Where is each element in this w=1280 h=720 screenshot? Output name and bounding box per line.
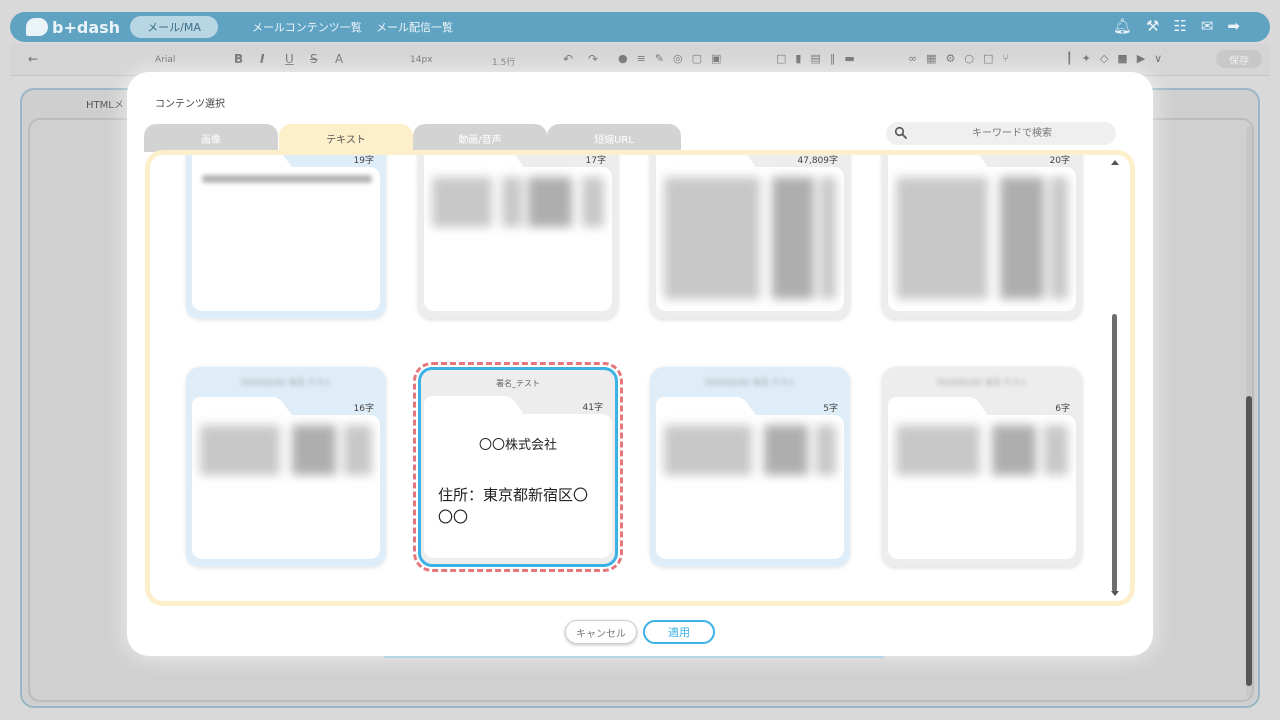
card-preview-blurred bbox=[664, 177, 836, 299]
card-preview-company: 〇〇株式会社 bbox=[478, 438, 557, 453]
card-char-count: 16字 bbox=[353, 404, 374, 414]
underline-icon[interactable]: U bbox=[285, 52, 294, 66]
content-card[interactable]: 2024/02/01 本文 テスト 16字 bbox=[186, 367, 386, 567]
italic-icon[interactable]: I bbox=[260, 52, 264, 66]
insert-icons[interactable]: ∞▦⚙○□⑂ bbox=[908, 52, 1018, 65]
font-family-select[interactable]: Arial bbox=[155, 55, 175, 65]
content-card[interactable]: 2024/02/01 本文 テスト 47,809字 bbox=[650, 155, 850, 319]
card-char-count: 20字 bbox=[1049, 156, 1070, 166]
content-card-selected[interactable]: 署名_テスト 41字 〇〇株式会社 住所：東京都新宿区〇〇〇 bbox=[413, 362, 623, 572]
undo-icon[interactable]: ↶ bbox=[563, 52, 573, 66]
line-height-select[interactable]: 1.5行 bbox=[492, 55, 515, 68]
app-logo-text: b+dash bbox=[52, 17, 121, 37]
card-preview-address: 住所：東京都新宿区〇〇〇 bbox=[438, 486, 589, 526]
card-folder-tab bbox=[424, 396, 508, 416]
modal-title: コンテンツ選択 bbox=[155, 99, 225, 110]
card-char-count: 17字 bbox=[585, 156, 606, 166]
nav-link-mail-contents[interactable]: メールコンテンツ一覧 bbox=[252, 19, 362, 35]
tab-short-url[interactable]: 短縮URL bbox=[547, 124, 681, 152]
content-scrollbar[interactable] bbox=[1109, 156, 1119, 600]
bell-icon[interactable]: 🔔︎ bbox=[1113, 17, 1132, 35]
save-button[interactable]: 保存 bbox=[1216, 50, 1262, 68]
card-preview-blurred bbox=[896, 177, 1068, 299]
card-preview bbox=[888, 415, 1076, 559]
html-mail-label: HTMLメ bbox=[86, 100, 124, 111]
card-char-count: 41字 bbox=[582, 403, 603, 413]
app-logo[interactable]: b+dash bbox=[26, 16, 120, 38]
content-card[interactable]: 2024/02/01 本文 テスト 5字 bbox=[650, 367, 850, 567]
logout-icon[interactable]: ➡ bbox=[1227, 17, 1240, 35]
card-char-count: 19字 bbox=[353, 156, 374, 166]
card-preview bbox=[192, 415, 380, 559]
card-title: 2024/02/01 本文 テスト bbox=[936, 378, 1028, 387]
tab-image[interactable]: 画像 bbox=[144, 124, 278, 152]
top-icons: 🔔︎ ⚒ ☷ ✉ ➡ bbox=[1113, 17, 1240, 35]
card-char-count: 47,809字 bbox=[797, 156, 839, 166]
card-title: 2024/02/01 本文 テスト bbox=[704, 378, 796, 387]
scroll-down-arrow-icon[interactable] bbox=[1111, 591, 1119, 596]
logo-bubble-icon bbox=[26, 18, 48, 36]
card-folder-tab bbox=[656, 397, 740, 417]
back-arrow-icon[interactable]: ← bbox=[28, 52, 38, 66]
content-card[interactable]: 2024/02/01 Info テスト 19字 bbox=[186, 155, 386, 319]
card-char-count: 6字 bbox=[1055, 404, 1070, 414]
tab-video-audio[interactable]: 動画/音声 bbox=[413, 124, 547, 152]
editor-scrollbar-thumb[interactable] bbox=[1246, 396, 1252, 686]
nav-tab-mail-ma[interactable]: メール/MA bbox=[130, 16, 218, 38]
card-folder-tab bbox=[888, 397, 972, 417]
card-char-count: 5字 bbox=[823, 404, 838, 414]
tab-text[interactable]: テキスト bbox=[279, 124, 413, 152]
card-preview bbox=[888, 167, 1076, 311]
chat-icon[interactable]: ✉ bbox=[1201, 17, 1214, 35]
card-preview-blurred bbox=[202, 175, 372, 183]
wrench-icon[interactable]: ⚒ bbox=[1146, 17, 1159, 35]
card-preview bbox=[192, 167, 380, 311]
bold-icon[interactable]: B bbox=[234, 52, 243, 66]
content-card[interactable]: 2024/02/01 本文 テスト 6字 bbox=[882, 367, 1082, 567]
format-icons[interactable]: ●≡✎◎▢▣ bbox=[618, 52, 730, 65]
block-icons[interactable]: □▮▤‖▬ bbox=[776, 52, 864, 65]
card-preview-blurred bbox=[664, 425, 836, 475]
misc-icons[interactable]: ┃✦◇■▶∨ bbox=[1066, 52, 1171, 65]
card-preview-blurred bbox=[432, 177, 604, 227]
card-preview bbox=[656, 415, 844, 559]
content-grid: 2024/02/01 Info テスト 19字 2024/02/01 本文 テス… bbox=[145, 150, 1135, 606]
content-scrollbar-thumb[interactable] bbox=[1112, 314, 1117, 592]
card-preview bbox=[424, 167, 612, 311]
search-icon bbox=[894, 126, 907, 139]
cancel-button[interactable]: キャンセル bbox=[565, 620, 637, 644]
nav-link-mail-delivery[interactable]: メール配信一覧 bbox=[376, 19, 453, 35]
card-preview-blurred bbox=[896, 425, 1068, 475]
card-title: 2024/02/01 本文 テスト bbox=[240, 378, 332, 387]
redo-icon[interactable]: ↷ bbox=[588, 52, 598, 66]
card-preview bbox=[656, 167, 844, 311]
strikethrough-icon[interactable]: S bbox=[310, 52, 318, 66]
apply-button[interactable]: 適用 bbox=[643, 620, 715, 644]
text-color-icon[interactable]: A bbox=[335, 52, 343, 66]
search-input[interactable] bbox=[914, 124, 1110, 143]
search-box bbox=[886, 122, 1116, 145]
card-folder-tab bbox=[192, 397, 276, 417]
card-preview: 〇〇株式会社 住所：東京都新宿区〇〇〇 bbox=[424, 414, 612, 558]
grid-icon[interactable]: ☷ bbox=[1173, 17, 1186, 35]
content-card[interactable]: 2024/02/01 本文 テスト 17字 bbox=[418, 155, 618, 319]
card-title: 署名_テスト bbox=[496, 379, 540, 388]
scroll-up-arrow-icon[interactable] bbox=[1111, 160, 1119, 165]
font-size-select[interactable]: 14px bbox=[410, 55, 433, 65]
content-select-modal: コンテンツ選択 画像 テキスト 動画/音声 短縮URL 2024/02/01 I… bbox=[127, 72, 1153, 656]
content-card[interactable]: 2024/02/01 本文 テスト 20字 bbox=[882, 155, 1082, 319]
card-preview-blurred bbox=[200, 425, 372, 475]
